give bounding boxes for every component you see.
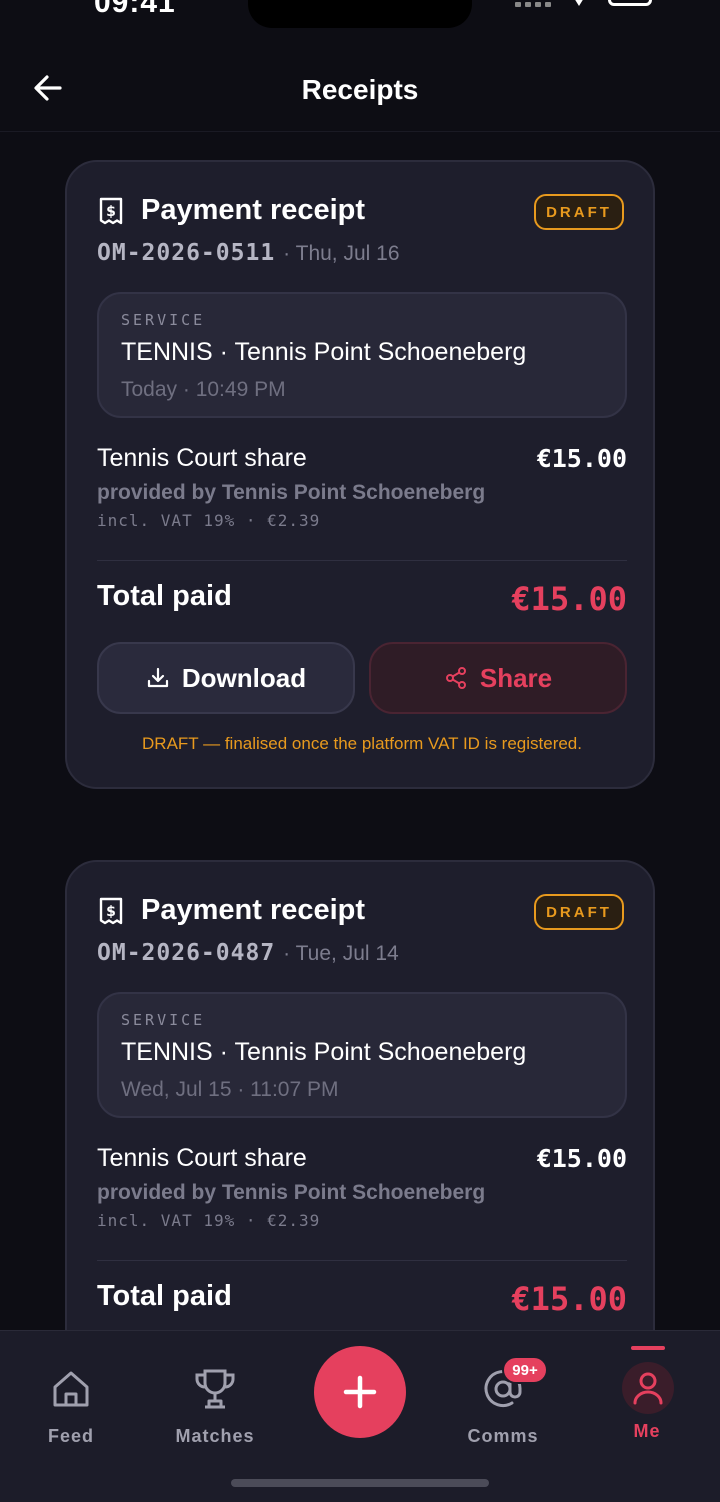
tab-me-label: Me bbox=[633, 1421, 661, 1441]
receipt-card: $ Payment receipt DRAFT OM-2026-0487 · T… bbox=[65, 860, 655, 1380]
tab-comms-label: Comms bbox=[467, 1426, 539, 1446]
signal-icon bbox=[515, 2, 551, 7]
receipt-icon: $ bbox=[99, 897, 123, 924]
service-name: TENNIS · Tennis Point Schoeneberg bbox=[121, 338, 527, 366]
download-label: Download bbox=[181, 662, 307, 693]
wifi-icon bbox=[574, 0, 584, 6]
total-value: €15.00 bbox=[511, 1280, 627, 1318]
tab-matches[interactable]: Matches bbox=[160, 1365, 270, 1447]
service-box: SERVICE TENNIS · Tennis Point Schoeneber… bbox=[97, 292, 627, 418]
draft-badge: DRAFT bbox=[534, 894, 624, 930]
line-item: Tennis Court share €15.00 provided by Te… bbox=[97, 444, 627, 530]
service-time: Wed, Jul 15 · 11:07 PM bbox=[121, 1078, 339, 1101]
divider bbox=[97, 560, 627, 561]
page-title: Receipts bbox=[301, 74, 419, 105]
receipt-header: $ Payment receipt bbox=[97, 194, 365, 227]
line-item-price: €15.00 bbox=[536, 1144, 627, 1173]
svg-text:$: $ bbox=[106, 904, 116, 920]
divider bbox=[97, 1260, 627, 1261]
create-button[interactable] bbox=[314, 1346, 406, 1438]
plus-icon bbox=[343, 1375, 377, 1409]
draft-note: DRAFT — finalised once the platform VAT … bbox=[142, 734, 582, 753]
share-icon bbox=[445, 667, 466, 689]
receipt-title: Payment receipt bbox=[141, 194, 366, 226]
line-item-price: €15.00 bbox=[536, 444, 627, 473]
home-indicator bbox=[231, 1479, 489, 1487]
total-row: Total paid €15.00 bbox=[97, 1280, 627, 1320]
download-icon bbox=[147, 667, 168, 688]
service-label: SERVICE bbox=[121, 311, 206, 329]
receipt-card: $ Payment receipt DRAFT OM-2026-0511 · T… bbox=[65, 160, 655, 789]
line-item-vat: incl. VAT 19% · €2.39 bbox=[97, 1211, 321, 1230]
battery-icon bbox=[608, 0, 652, 6]
active-tab-indicator bbox=[631, 1346, 665, 1350]
line-item-vat: incl. VAT 19% · €2.39 bbox=[97, 511, 321, 530]
service-box: SERVICE TENNIS · Tennis Point Schoeneber… bbox=[97, 992, 627, 1118]
draft-badge: DRAFT bbox=[534, 194, 624, 230]
nav-header: Receipts bbox=[0, 40, 720, 132]
trophy-icon bbox=[195, 1369, 235, 1409]
receipt-id-row: OM-2026-0487 · Tue, Jul 14 bbox=[97, 940, 399, 966]
comms-badge: 99+ bbox=[502, 1356, 548, 1384]
receipt-number: OM-2026-0511 bbox=[97, 240, 276, 266]
service-label: SERVICE bbox=[121, 1011, 206, 1029]
receipt-header: $ Payment receipt bbox=[97, 894, 365, 927]
receipt-date: · Thu, Jul 16 bbox=[283, 242, 400, 265]
service-time: Today · 10:49 PM bbox=[121, 378, 286, 401]
total-row: Total paid €15.00 bbox=[97, 580, 627, 620]
tab-matches-label: Matches bbox=[175, 1426, 255, 1446]
share-label: Share bbox=[479, 662, 553, 693]
svg-text:$: $ bbox=[106, 204, 116, 220]
status-time: 09:41 bbox=[94, 0, 176, 19]
status-bar: 09:41 bbox=[0, 0, 720, 40]
tab-feed-label: Feed bbox=[47, 1426, 94, 1446]
user-icon bbox=[622, 1362, 674, 1414]
receipt-icon: $ bbox=[99, 197, 123, 224]
line-item-provider: provided by Tennis Point Schoeneberg bbox=[97, 1181, 486, 1204]
line-item-provider: provided by Tennis Point Schoeneberg bbox=[97, 481, 486, 504]
share-button[interactable]: Share bbox=[369, 642, 627, 714]
receipt-date: · Tue, Jul 14 bbox=[283, 942, 399, 965]
dynamic-island bbox=[248, 0, 472, 28]
total-value: €15.00 bbox=[511, 580, 627, 618]
tab-feed[interactable]: Feed bbox=[16, 1365, 126, 1447]
receipt-id-row: OM-2026-0511 · Thu, Jul 16 bbox=[97, 240, 400, 266]
home-icon bbox=[53, 1371, 89, 1407]
service-name: TENNIS · Tennis Point Schoeneberg bbox=[121, 1038, 527, 1066]
line-item: Tennis Court share €15.00 provided by Te… bbox=[97, 1144, 627, 1230]
download-button[interactable]: Download bbox=[97, 642, 355, 714]
receipt-title: Payment receipt bbox=[141, 894, 366, 926]
receipt-number: OM-2026-0487 bbox=[97, 940, 276, 966]
